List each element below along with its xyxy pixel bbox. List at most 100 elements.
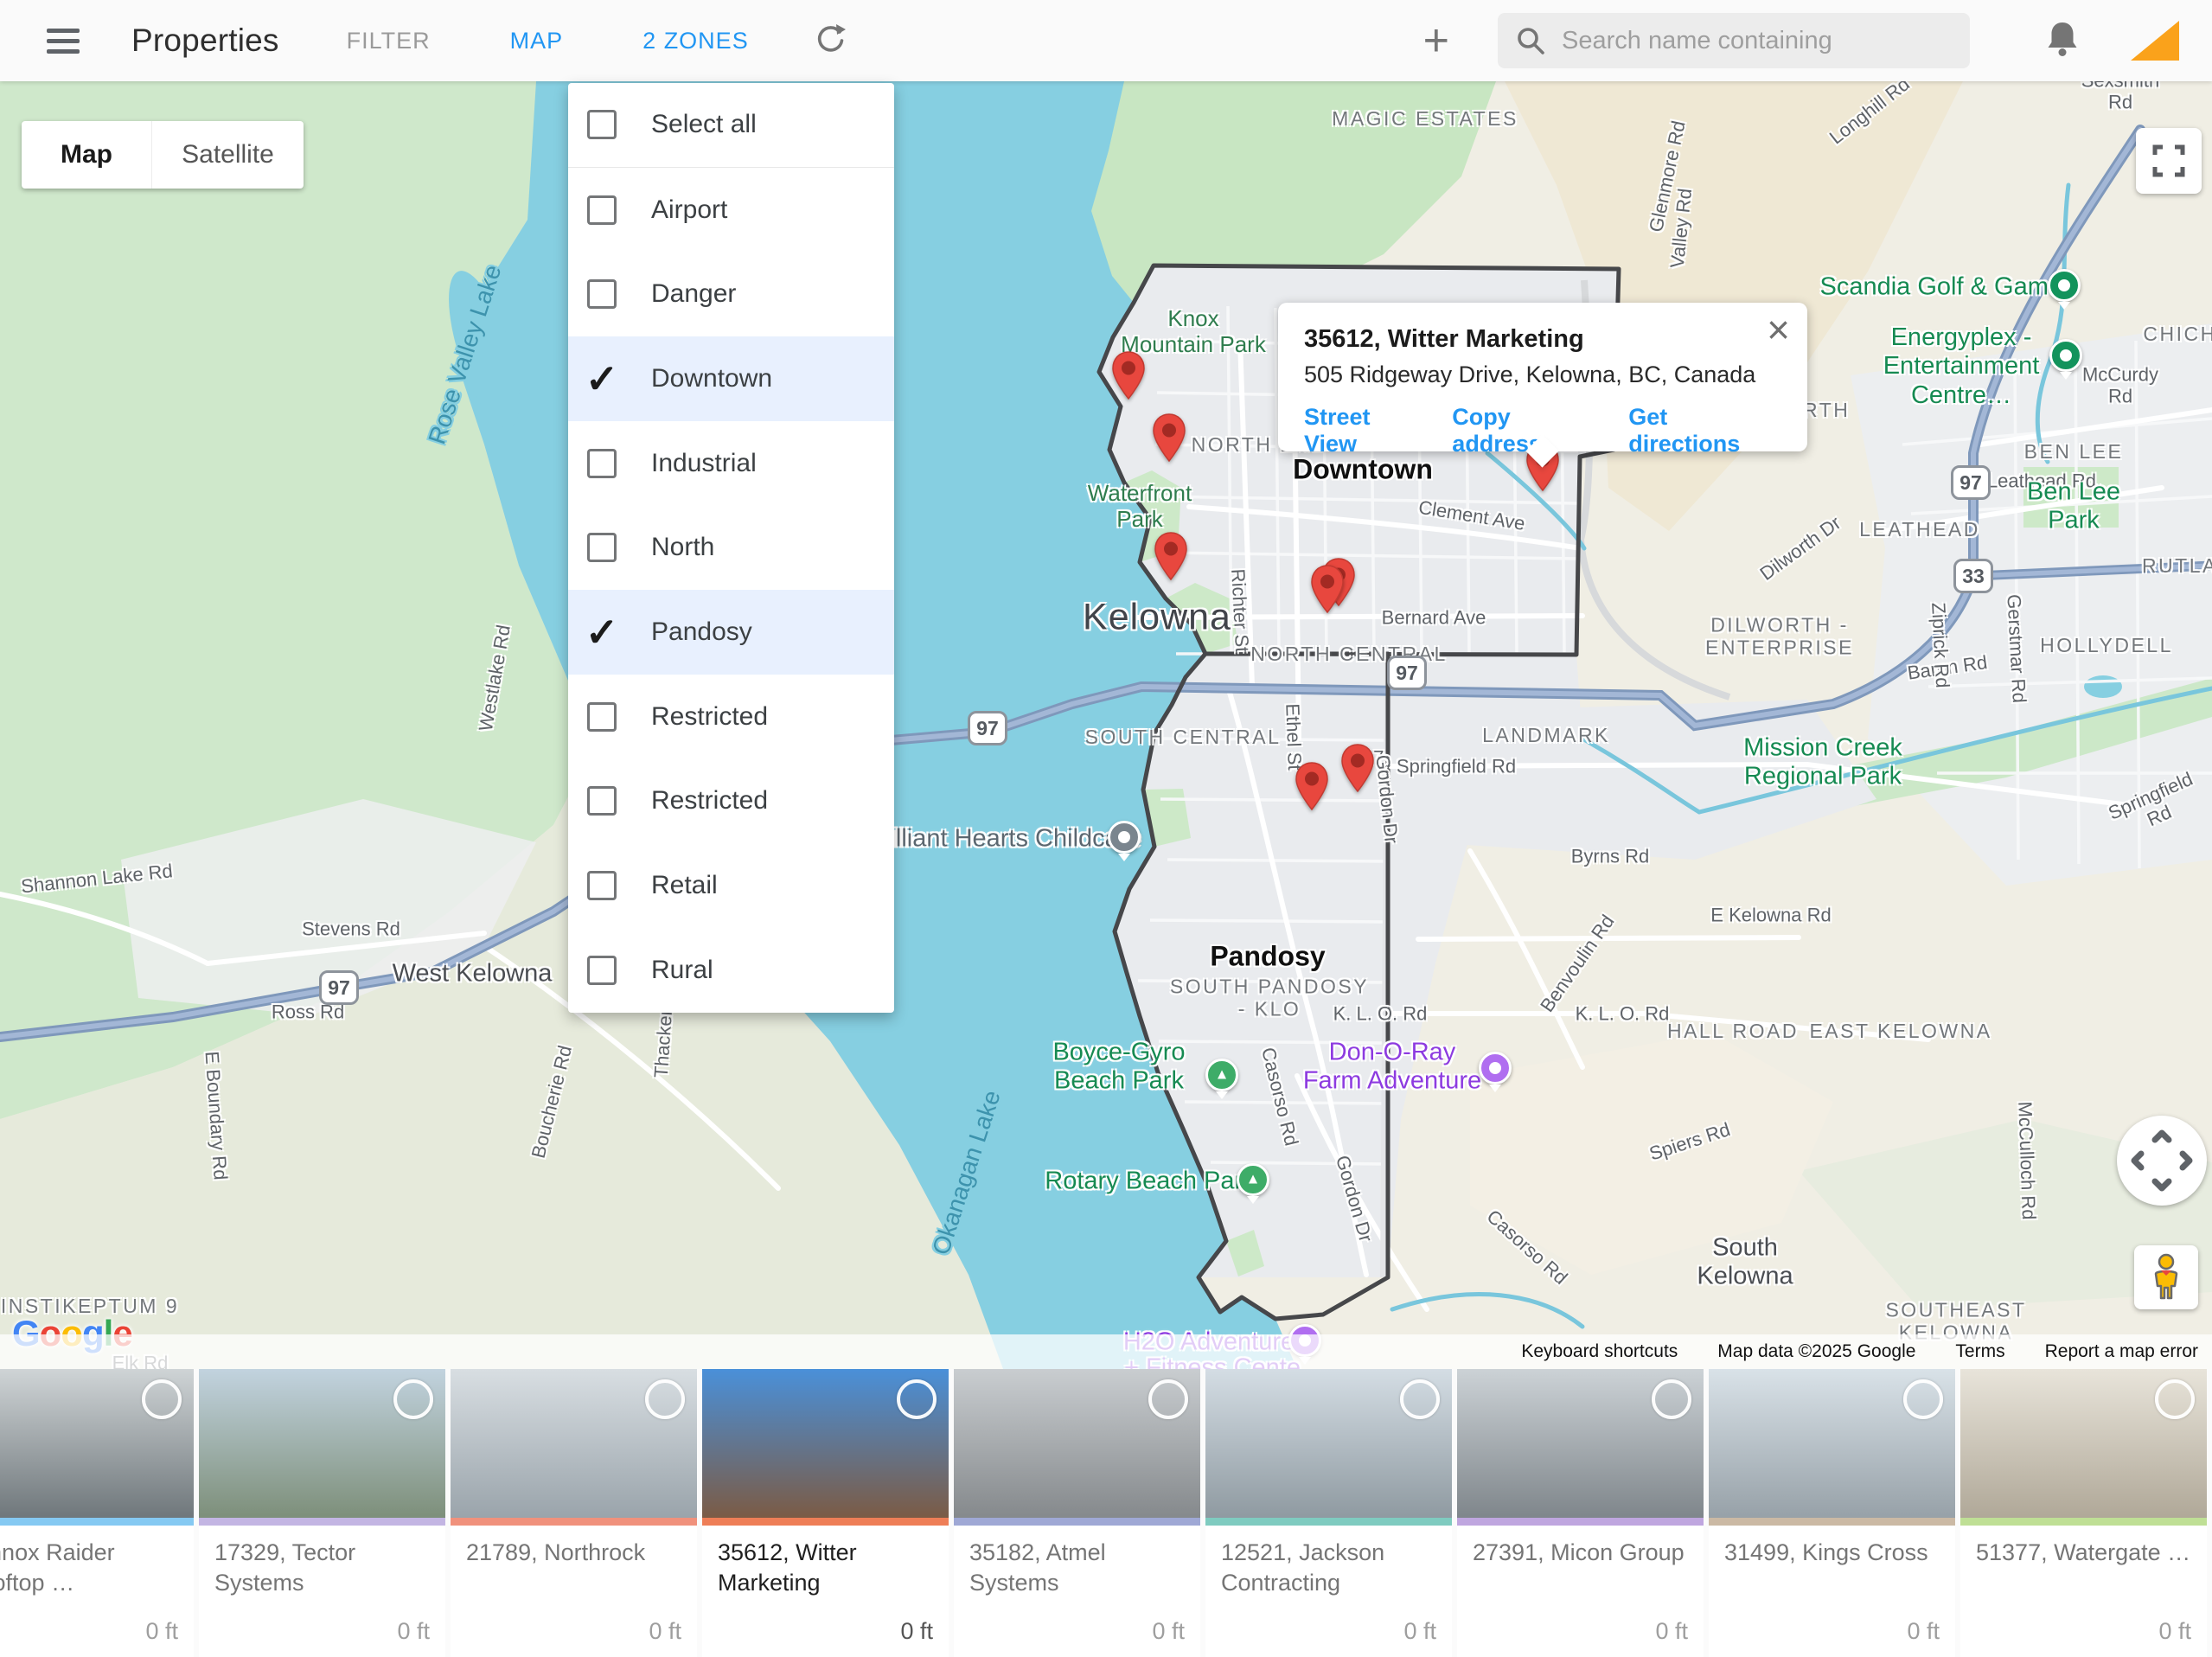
- property-photo: [199, 1369, 445, 1518]
- zone-option-restricted[interactable]: Restricted: [568, 759, 894, 844]
- select-photo-radio[interactable]: [1148, 1379, 1188, 1419]
- pan-control[interactable]: [2117, 1116, 2207, 1206]
- property-card[interactable]: 35612, Witter Marketing0 ft: [702, 1369, 949, 1657]
- property-card[interactable]: 35182, Atmel Systems0 ft: [954, 1369, 1200, 1657]
- poi-pin-icon[interactable]: ▲: [1237, 1163, 1269, 1196]
- add-property-button[interactable]: +: [1423, 18, 1449, 63]
- property-card[interactable]: 27391, Micon Group0 ft: [1457, 1369, 1704, 1657]
- map-data-text: Map data ©2025 Google: [1717, 1341, 1915, 1362]
- zone-option-label: Industrial: [651, 449, 757, 478]
- card-color-bar: [1457, 1518, 1704, 1526]
- fullscreen-button[interactable]: [2136, 128, 2202, 194]
- poi-pin-icon[interactable]: [2049, 339, 2082, 372]
- checkbox-icon[interactable]: [587, 110, 617, 139]
- zone-option-select-all[interactable]: Select all: [568, 83, 894, 168]
- poi-dot: [1118, 831, 1130, 843]
- refresh-icon[interactable]: [811, 20, 849, 62]
- select-photo-radio[interactable]: [393, 1379, 433, 1419]
- property-marker[interactable]: [1110, 350, 1147, 405]
- notifications-bell-icon[interactable]: [2044, 19, 2081, 63]
- poi-pin-icon[interactable]: ▲: [1205, 1059, 1238, 1091]
- info-window: 35612, Witter Marketing 505 Ridgeway Dri…: [1278, 303, 1807, 451]
- property-photo: [1960, 1369, 2207, 1518]
- property-marker[interactable]: [1339, 743, 1376, 797]
- search-input[interactable]: [1562, 27, 1934, 55]
- brand-logo[interactable]: [2131, 21, 2179, 61]
- property-marker[interactable]: [1153, 531, 1189, 585]
- zone-option-label: North: [651, 533, 714, 562]
- card-title: 27391, Micon Group: [1457, 1526, 1704, 1568]
- zone-option-airport[interactable]: Airport: [568, 168, 894, 253]
- zones-button[interactable]: 2 ZONES: [643, 28, 749, 54]
- zone-option-rural[interactable]: Rural: [568, 928, 894, 1013]
- map-tab-button[interactable]: MAP: [510, 28, 564, 54]
- get-directions-link[interactable]: Get directions: [1628, 404, 1781, 457]
- zone-option-downtown[interactable]: ✓ Downtown: [568, 336, 894, 421]
- checkbox-icon[interactable]: [587, 449, 617, 478]
- keyboard-shortcuts-link[interactable]: Keyboard shortcuts: [1521, 1341, 1678, 1362]
- select-photo-radio[interactable]: [1652, 1379, 1691, 1419]
- property-carousel[interactable]: Lennox Raider Rooftop …0 ft17329, Tector…: [0, 1369, 2212, 1657]
- checkbox-icon[interactable]: [587, 786, 617, 816]
- select-photo-radio[interactable]: [897, 1379, 937, 1419]
- map-type-map-button[interactable]: Map: [22, 121, 151, 189]
- filter-button[interactable]: FILTER: [347, 28, 431, 54]
- property-card[interactable]: 51377, Watergate …0 ft: [1960, 1369, 2207, 1657]
- property-card[interactable]: 21789, Northrock0 ft: [451, 1369, 697, 1657]
- street-view-link[interactable]: Street View: [1304, 404, 1426, 457]
- card-title: 35612, Witter Marketing: [702, 1526, 949, 1598]
- checkbox-icon[interactable]: [587, 956, 617, 985]
- tree-icon: ▲: [1215, 1066, 1230, 1084]
- poi-pin-icon[interactable]: [1108, 821, 1141, 854]
- property-card[interactable]: Lennox Raider Rooftop …0 ft: [0, 1369, 194, 1657]
- pegman-control[interactable]: [2134, 1245, 2198, 1309]
- checkbox-icon[interactable]: [587, 533, 617, 562]
- zone-option-label: Select all: [651, 110, 757, 139]
- zone-option-danger[interactable]: Danger: [568, 252, 894, 336]
- close-icon[interactable]: ×: [1767, 310, 1790, 349]
- checkbox-icon[interactable]: [587, 871, 617, 900]
- checkbox-icon[interactable]: [587, 195, 617, 225]
- card-title: Lennox Raider Rooftop …: [0, 1526, 194, 1598]
- property-marker[interactable]: [1151, 413, 1187, 467]
- report-map-error-link[interactable]: Report a map error: [2045, 1341, 2198, 1362]
- property-card[interactable]: 17329, Tector Systems0 ft: [199, 1369, 445, 1657]
- poi-pin-icon[interactable]: [1479, 1052, 1512, 1084]
- zone-option-north[interactable]: North: [568, 505, 894, 590]
- card-distance: 0 ft: [2158, 1618, 2191, 1645]
- property-card[interactable]: 12521, Jackson Contracting0 ft: [1205, 1369, 1452, 1657]
- select-photo-radio[interactable]: [1903, 1379, 1943, 1419]
- zone-option-pandosy[interactable]: ✓Pandosy: [568, 590, 894, 675]
- checkbox-icon[interactable]: [587, 702, 617, 732]
- select-photo-radio[interactable]: [645, 1379, 685, 1419]
- poi-dot: [1489, 1062, 1501, 1074]
- card-distance: 0 ft: [1907, 1618, 1940, 1645]
- zone-option-retail[interactable]: Retail: [568, 843, 894, 928]
- card-color-bar: [199, 1518, 445, 1526]
- select-photo-radio[interactable]: [2155, 1379, 2195, 1419]
- select-photo-radio[interactable]: [142, 1379, 182, 1419]
- property-marker[interactable]: [1294, 761, 1330, 816]
- checkbox-icon[interactable]: [587, 279, 617, 309]
- checked-icon[interactable]: ✓: [587, 612, 617, 652]
- map-canvas[interactable]: Sexsmith RdMAGIC ESTATESLonghill RdGlenm…: [0, 81, 2212, 1369]
- zone-option-label: Downtown: [651, 364, 772, 393]
- property-marker[interactable]: [1309, 564, 1346, 618]
- card-distance: 0 ft: [1152, 1618, 1185, 1645]
- terms-link[interactable]: Terms: [1955, 1341, 2004, 1362]
- fullscreen-icon: [2151, 144, 2186, 178]
- zone-option-industrial[interactable]: Industrial: [568, 421, 894, 506]
- property-card[interactable]: 31499, Kings Cross0 ft: [1709, 1369, 1955, 1657]
- poi-pin-icon[interactable]: [2048, 269, 2081, 302]
- checked-icon[interactable]: ✓: [587, 359, 617, 399]
- pegman-icon: [2147, 1253, 2185, 1302]
- card-color-bar: [1205, 1518, 1452, 1526]
- zone-option-restricted[interactable]: Restricted: [568, 675, 894, 759]
- zone-option-label: Airport: [651, 195, 727, 225]
- menu-icon[interactable]: [47, 29, 80, 54]
- page-title: Properties: [131, 22, 279, 59]
- map-type-satellite-button[interactable]: Satellite: [151, 121, 304, 189]
- poi-dot: [2060, 349, 2072, 361]
- select-photo-radio[interactable]: [1400, 1379, 1440, 1419]
- card-distance: 0 ft: [397, 1618, 430, 1645]
